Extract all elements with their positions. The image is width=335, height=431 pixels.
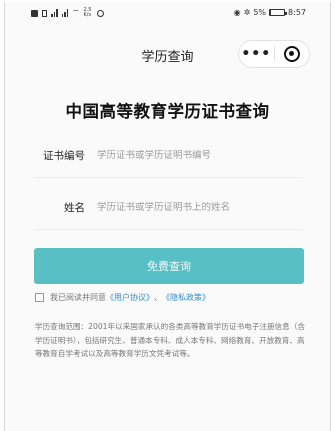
user-agreement-link[interactable]: 《用户协议》	[106, 292, 154, 303]
status-bar: ⌔ 2.5 K/s ◉ ✲ 5% 8:57	[5, 2, 330, 24]
clock: 8:57	[288, 8, 306, 17]
agreement-checkbox[interactable]	[35, 293, 44, 302]
speed-text: 2.5 K/s	[83, 7, 92, 18]
miniprogram-capsule: •••	[238, 40, 310, 68]
name-input[interactable]	[97, 202, 302, 213]
status-left: ⌔ 2.5 K/s	[31, 8, 104, 18]
sim-icon	[42, 9, 47, 17]
cert-number-label: 证书编号	[43, 150, 85, 162]
more-icon[interactable]: •••	[239, 41, 274, 67]
agreement-prefix: 我已阅读并同意	[50, 293, 106, 302]
name-label: 姓名	[64, 202, 85, 214]
agreement-separator: 、	[154, 293, 162, 302]
signal-icon	[61, 9, 68, 17]
alarm-icon: ✲	[243, 8, 251, 17]
status-right: ◉ ✲ 5% 8:57	[234, 8, 306, 17]
close-miniprogram-button[interactable]	[275, 41, 310, 67]
wifi-icon: ⌔	[72, 8, 80, 17]
cert-number-input[interactable]	[97, 150, 302, 161]
query-scope-text: 学历查询范围：2001年以来国家承认的各类高等教育学历证书电子注册信息（含学历证…	[35, 322, 305, 358]
signal-icon	[51, 9, 58, 17]
phone-screen: ⌔ 2.5 K/s ◉ ✲ 5% 8:57 学历查询 ••• 中国高等教育学历证…	[4, 2, 331, 431]
navigation-bar: 学历查询 •••	[5, 36, 330, 72]
agreement-row: 我已阅读并同意 《用户协议》 、 《隐私政策》	[35, 292, 210, 303]
battery-percent: 5%	[253, 8, 267, 17]
app-icon	[96, 9, 104, 17]
eye-icon: ◉	[233, 8, 241, 17]
cert-number-row: 证书编号	[33, 134, 302, 178]
free-query-button[interactable]: 免费查询	[34, 248, 304, 284]
privacy-policy-link[interactable]: 《隐私政策》	[162, 292, 210, 303]
sim-icon	[31, 9, 38, 17]
close-miniprogram-icon	[283, 46, 300, 62]
battery-icon	[269, 9, 288, 16]
page-title: 中国高等教育学历证书查询	[65, 102, 270, 121]
name-row: 姓名	[33, 186, 302, 230]
battery-fill	[270, 10, 272, 15]
